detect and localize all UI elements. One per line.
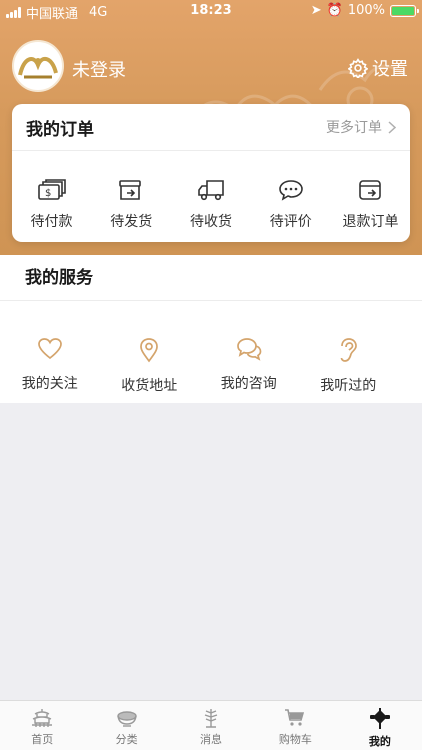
service-item-consult[interactable]: 我的咨询 bbox=[199, 337, 299, 395]
service-item-follows[interactable]: 我的关注 bbox=[0, 337, 100, 395]
cart-icon bbox=[285, 709, 305, 726]
refund-icon bbox=[358, 180, 381, 200]
order-item-label: 退款订单 bbox=[342, 214, 399, 230]
order-item-label: 待评价 bbox=[269, 214, 312, 230]
battery-percent: 100% bbox=[347, 3, 385, 18]
services-title: 我的服务 bbox=[0, 255, 422, 301]
service-item-label: 收货地址 bbox=[121, 378, 178, 394]
gear-icon bbox=[348, 58, 368, 78]
svg-text:$: $ bbox=[45, 188, 51, 199]
service-item-label: 我的咨询 bbox=[220, 376, 277, 392]
order-item-pending-review[interactable]: 待评价 bbox=[251, 179, 330, 231]
more-orders-label: 更多订单 bbox=[326, 120, 382, 136]
order-item-label: 待收货 bbox=[190, 214, 232, 230]
login-status[interactable]: 未登录 bbox=[72, 56, 126, 82]
bowl-icon bbox=[116, 711, 137, 727]
orders-title: 我的订单 bbox=[26, 119, 94, 140]
chevron-right-icon bbox=[388, 120, 396, 134]
tab-bar: 首页 分类 消息 购物车 我的 bbox=[0, 700, 422, 750]
settings-label: 设置 bbox=[372, 59, 408, 80]
location-pin-icon bbox=[140, 338, 159, 363]
ear-icon bbox=[340, 338, 358, 362]
order-item-refund[interactable]: 退款订单 bbox=[331, 179, 410, 231]
tab-category[interactable]: 分类 bbox=[84, 701, 168, 750]
order-item-pending-delivery[interactable]: 待收货 bbox=[172, 179, 251, 231]
battery-icon bbox=[390, 4, 419, 17]
chinese-knot-icon bbox=[369, 708, 390, 729]
order-item-label: 待付款 bbox=[30, 214, 73, 230]
more-orders-link[interactable]: 更多订单 bbox=[326, 117, 396, 137]
tab-label: 分类 bbox=[115, 733, 138, 746]
tab-label: 我的 bbox=[368, 735, 391, 748]
pagoda-icon bbox=[32, 709, 53, 727]
brand-logo-icon bbox=[18, 56, 58, 79]
heart-icon bbox=[37, 338, 62, 360]
alarm-icon: ⏰ bbox=[326, 3, 343, 18]
bamboo-icon bbox=[204, 709, 218, 728]
avatar[interactable] bbox=[12, 40, 64, 92]
service-item-address[interactable]: 收货地址 bbox=[100, 337, 200, 395]
tab-home[interactable]: 首页 bbox=[0, 701, 84, 750]
tab-messages[interactable]: 消息 bbox=[169, 701, 253, 750]
tab-label: 购物车 bbox=[278, 733, 312, 746]
order-item-pending-payment[interactable]: $ 待付款 bbox=[12, 179, 91, 231]
order-item-label: 待发货 bbox=[110, 214, 153, 230]
tab-cart[interactable]: 购物车 bbox=[253, 701, 337, 750]
orders-card: 我的订单 更多订单 $ 待付款 待发货 待收货 待评价 退款订单 bbox=[12, 104, 410, 242]
service-item-label: 我听过的 bbox=[320, 378, 377, 394]
payment-pending-icon: $ bbox=[37, 179, 66, 200]
order-item-pending-shipment[interactable]: 待发货 bbox=[92, 179, 171, 231]
delivery-truck-icon bbox=[198, 180, 224, 201]
tab-profile[interactable]: 我的 bbox=[338, 701, 422, 750]
tab-label: 首页 bbox=[31, 733, 54, 746]
shipment-pending-icon bbox=[119, 180, 142, 200]
review-chat-icon bbox=[278, 180, 303, 201]
service-item-label: 我的关注 bbox=[21, 376, 78, 392]
services-section: 我的服务 我的关注 收货地址 我的咨询 我听过的 bbox=[0, 255, 422, 403]
consult-chat-icon bbox=[236, 338, 262, 361]
tab-label: 消息 bbox=[200, 733, 223, 746]
settings-button[interactable]: 设置 bbox=[348, 55, 408, 81]
status-bar: 中国联通 4G 18:23 ➤ ⏰ 100% bbox=[0, 0, 422, 22]
service-item-listened[interactable]: 我听过的 bbox=[299, 337, 399, 395]
location-arrow-icon: ➤ bbox=[310, 3, 322, 18]
